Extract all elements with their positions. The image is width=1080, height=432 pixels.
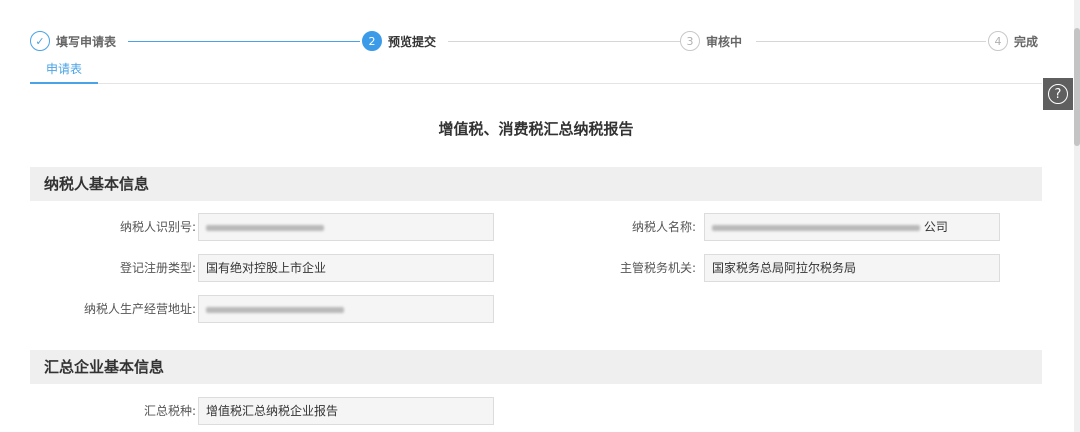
report-title: 增值税、消费税汇总纳税报告: [438, 120, 634, 138]
question-icon: ?: [1048, 84, 1068, 104]
registration-type-label: 登记注册类型:: [119, 261, 196, 275]
taxpayer-name-label: 纳税人名称:: [631, 220, 696, 234]
address-label: 纳税人生产经营地址:: [83, 302, 196, 316]
step-under-review: 3 审核中: [680, 30, 743, 52]
step-number: 3: [680, 31, 700, 51]
help-button[interactable]: ?: [1043, 78, 1073, 110]
check-icon: ✓: [30, 31, 50, 51]
tab-bar: 申请表: [30, 60, 1042, 84]
summary-tax-type-field[interactable]: 增值税汇总纳税企业报告: [198, 397, 494, 425]
registration-type-field[interactable]: 国有绝对控股上市企业: [198, 254, 494, 282]
section-header-taxpayer-basic: 纳税人基本信息: [30, 167, 1042, 201]
scrollbar-thumb[interactable]: [1074, 28, 1080, 146]
tax-authority-label: 主管税务机关:: [619, 261, 696, 275]
redacted-value: [206, 306, 344, 313]
section-header-summary-enterprise: 汇总企业基本信息: [30, 350, 1042, 384]
summary-tax-type-label: 汇总税种:: [143, 404, 196, 418]
step-number: 2: [362, 31, 382, 51]
step-fill-form: ✓ 填写申请表: [30, 30, 117, 52]
vertical-scrollbar[interactable]: [1074, 0, 1080, 432]
step-connector-2: [448, 41, 680, 42]
taxpayer-name-field[interactable]: 公司: [704, 213, 1000, 241]
progress-steps: ✓ 填写申请表 2 预览提交 3 审核中 4 完成: [30, 30, 1042, 52]
tax-id-label: 纳税人识别号:: [119, 220, 196, 234]
step-preview-submit: 2 预览提交: [362, 30, 437, 52]
tab-application-form[interactable]: 申请表: [30, 60, 98, 84]
step-complete: 4 完成: [988, 30, 1039, 52]
step-connector-3: [756, 41, 986, 42]
step-label: 审核中: [706, 34, 743, 49]
address-field[interactable]: [198, 295, 494, 323]
step-label: 预览提交: [388, 34, 437, 49]
step-label: 完成: [1014, 34, 1039, 49]
step-label: 填写申请表: [56, 34, 117, 49]
tax-id-field[interactable]: [198, 213, 494, 241]
redacted-value: [712, 224, 920, 231]
redacted-value: [206, 224, 324, 231]
step-connector-1: [128, 41, 360, 42]
tax-authority-field[interactable]: 国家税务总局阿拉尔税务局: [704, 254, 1000, 282]
step-number: 4: [988, 31, 1008, 51]
